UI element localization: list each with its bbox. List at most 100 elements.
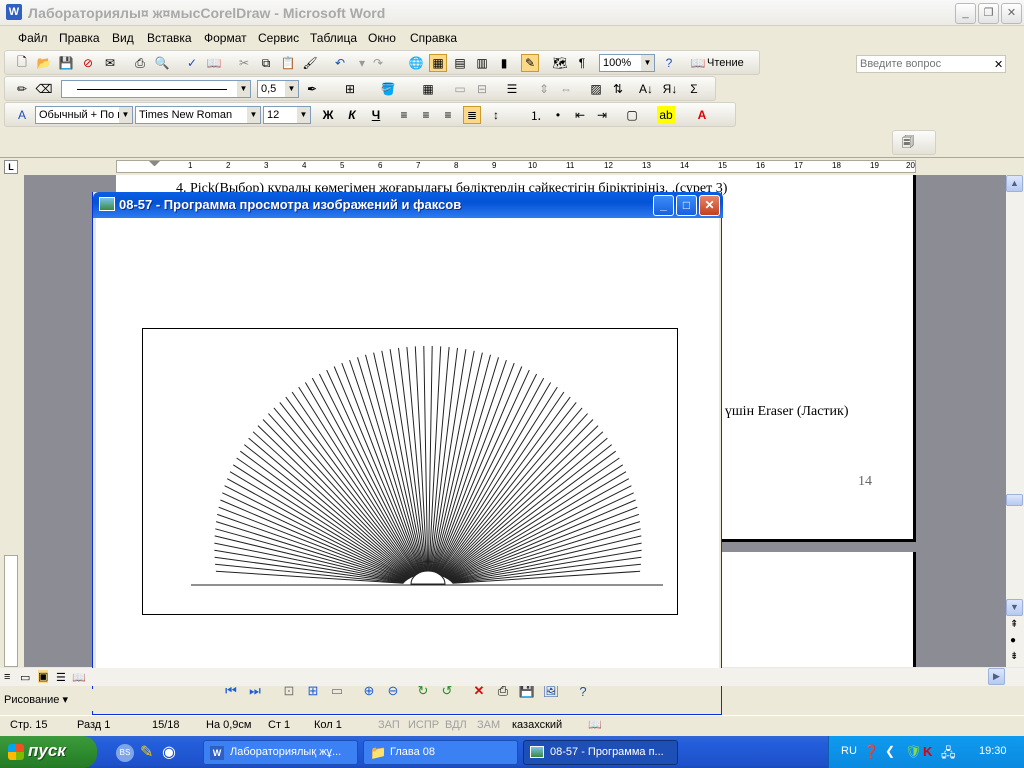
print-icon[interactable]: ⎙ <box>131 54 149 72</box>
indent-marker-icon[interactable] <box>149 161 160 172</box>
keyboard-language[interactable]: RU <box>841 745 857 757</box>
web-view-icon[interactable]: ▭ <box>20 671 30 684</box>
distribute-columns-icon[interactable]: ⇔ <box>557 80 575 98</box>
ask-question-input[interactable] <box>856 55 1006 73</box>
save-icon[interactable]: 💾 <box>57 54 75 72</box>
justify-icon[interactable]: ≣ <box>463 106 481 124</box>
font-select[interactable]: Times New Roman ▼ <box>135 106 261 124</box>
show-formatting-icon[interactable]: ¶ <box>573 54 591 72</box>
highlight-icon[interactable]: ab <box>657 106 675 124</box>
email-icon[interactable]: ✉ <box>101 54 119 72</box>
scroll-right-icon[interactable]: ▶ <box>988 668 1005 685</box>
cut-icon[interactable]: ✂ <box>235 54 253 72</box>
open-folder-icon[interactable]: 📂 <box>35 54 53 72</box>
menu-format[interactable]: Формат <box>204 31 247 45</box>
permission-icon[interactable]: ⊘ <box>79 54 97 72</box>
align-left-icon[interactable]: ≡ <box>395 106 413 124</box>
merge-cells-icon[interactable]: ▭ <box>451 80 469 98</box>
eraser-icon[interactable]: ⌫ <box>35 80 53 98</box>
viewer-title-bar[interactable]: 08-57 - Программа просмотра изображений … <box>93 192 723 218</box>
word-minimize-button[interactable]: _ <box>955 3 976 24</box>
scroll-up-icon[interactable]: ▲ <box>1006 175 1023 192</box>
menu-help[interactable]: Справка <box>410 31 457 45</box>
task-image-viewer[interactable]: 08-57 - Программа п... <box>523 740 678 765</box>
status-overtype[interactable]: ЗАМ <box>477 719 500 731</box>
help-icon[interactable]: ? <box>660 54 678 72</box>
select-browse-object-icon[interactable]: ● <box>1010 635 1016 646</box>
font-size-select[interactable]: 12 ▼ <box>263 106 311 124</box>
prev-page-icon[interactable]: ⇞ <box>1010 619 1018 630</box>
drawing-menu[interactable]: Рисование ▾ <box>4 693 68 706</box>
paste-icon[interactable]: 📋 <box>279 54 297 72</box>
border-color-icon[interactable]: ✒ <box>303 80 321 98</box>
line-spacing-icon[interactable]: ↕ <box>487 106 505 124</box>
start-button[interactable]: пуск <box>0 736 97 768</box>
format-painter-icon[interactable]: 🖌 <box>301 54 319 72</box>
numbering-icon[interactable]: ⒈ <box>527 106 545 124</box>
sort-descending-icon[interactable]: Я↓ <box>661 80 679 98</box>
menu-window[interactable]: Окно <box>368 31 396 45</box>
redo-icon[interactable]: ↷ <box>369 54 387 72</box>
shading-icon[interactable]: 🪣 <box>379 80 397 98</box>
menu-insert[interactable]: Вставка <box>147 31 192 45</box>
italic-icon[interactable]: К <box>343 106 361 124</box>
align-right-icon[interactable]: ≡ <box>439 106 457 124</box>
text-direction-icon[interactable]: ⇅ <box>609 80 627 98</box>
research-pane-icon[interactable]: 🗐 <box>899 134 917 152</box>
style-select[interactable]: Обычный + По ц ▼ <box>35 106 133 124</box>
hyperlink-icon[interactable]: 🌐 <box>407 54 425 72</box>
status-track-changes[interactable]: ИСПР <box>408 719 439 731</box>
spelling-status-icon[interactable]: 📖 <box>588 718 602 731</box>
close-doc-icon[interactable]: ✕ <box>994 58 1003 71</box>
language-bar-icon[interactable]: ❓ <box>863 744 879 760</box>
increase-indent-icon[interactable]: ⇥ <box>593 106 611 124</box>
distribute-rows-icon[interactable]: ⇕ <box>535 80 553 98</box>
bold-icon[interactable]: Ж <box>319 106 337 124</box>
align-icon[interactable]: ☰ <box>503 80 521 98</box>
tray-app-icon[interactable]: 🛡 <box>905 744 922 760</box>
viewer-maximize-button[interactable]: □ <box>676 195 697 216</box>
viewer-minimize-button[interactable]: _ <box>653 195 674 216</box>
insert-excel-icon[interactable]: ▥ <box>473 54 491 72</box>
scroll-down-icon[interactable]: ▼ <box>1006 599 1023 616</box>
document-map-icon[interactable]: 🗺 <box>551 54 569 72</box>
word-restore-button[interactable]: ❐ <box>978 3 999 24</box>
decrease-indent-icon[interactable]: ⇤ <box>571 106 589 124</box>
quicklaunch-media-icon[interactable]: ◉ <box>162 742 176 762</box>
reading-mode-icon[interactable]: 📖 <box>689 54 707 72</box>
print-preview-icon[interactable]: 🔍 <box>153 54 171 72</box>
menu-table[interactable]: Таблица <box>310 31 357 45</box>
autoformat-icon[interactable]: ▨ <box>587 80 605 98</box>
styles-pane-icon[interactable]: A <box>13 106 31 124</box>
viewer-app-icon[interactable] <box>99 197 115 211</box>
status-record[interactable]: ЗАП <box>378 719 400 731</box>
word-close-button[interactable]: ✕ <box>1001 3 1022 24</box>
viewer-close-button[interactable]: ✕ <box>699 195 720 216</box>
new-document-icon[interactable]: 🗋 <box>13 54 31 72</box>
scroll-thumb[interactable] <box>1006 494 1023 506</box>
spelling-icon[interactable]: ✓ <box>183 54 201 72</box>
copy-icon[interactable]: ⧉ <box>257 54 275 72</box>
tables-borders-icon[interactable]: ▦ <box>429 54 447 72</box>
insert-table-icon[interactable]: ▤ <box>451 54 469 72</box>
quicklaunch-pen-icon[interactable]: ✎ <box>140 742 153 762</box>
outline-view-icon[interactable]: ☰ <box>56 671 66 684</box>
bullets-icon[interactable]: • <box>549 106 567 124</box>
horizontal-scrollbar[interactable]: ≡ ▭ ▣ ☰ 📖 ▶ <box>0 668 1024 686</box>
tray-arrow-icon[interactable]: ❮ <box>885 744 895 758</box>
undo-icon[interactable]: ↶ <box>331 54 349 72</box>
quicklaunch-bs-icon[interactable]: BS <box>116 744 134 762</box>
network-icon[interactable]: 🖧 <box>941 744 956 766</box>
insert-table-2-icon[interactable]: ▦ <box>419 80 437 98</box>
vertical-scrollbar[interactable]: ▲ ▼ ⇞ ● ⇟ <box>1006 175 1024 667</box>
underline-icon[interactable]: Ч <box>367 106 385 124</box>
next-page-icon[interactable]: ⇟ <box>1010 651 1018 662</box>
split-cells-icon[interactable]: ⊟ <box>473 80 491 98</box>
outside-border-icon[interactable]: ▢ <box>623 106 641 124</box>
image-canvas[interactable] <box>96 218 719 670</box>
menu-view[interactable]: Вид <box>112 31 134 45</box>
columns-icon[interactable]: ▮ <box>495 54 513 72</box>
print-layout-icon[interactable]: ▣ <box>38 670 49 683</box>
menu-tools[interactable]: Сервис <box>258 31 299 45</box>
menu-edit[interactable]: Правка <box>59 31 100 45</box>
